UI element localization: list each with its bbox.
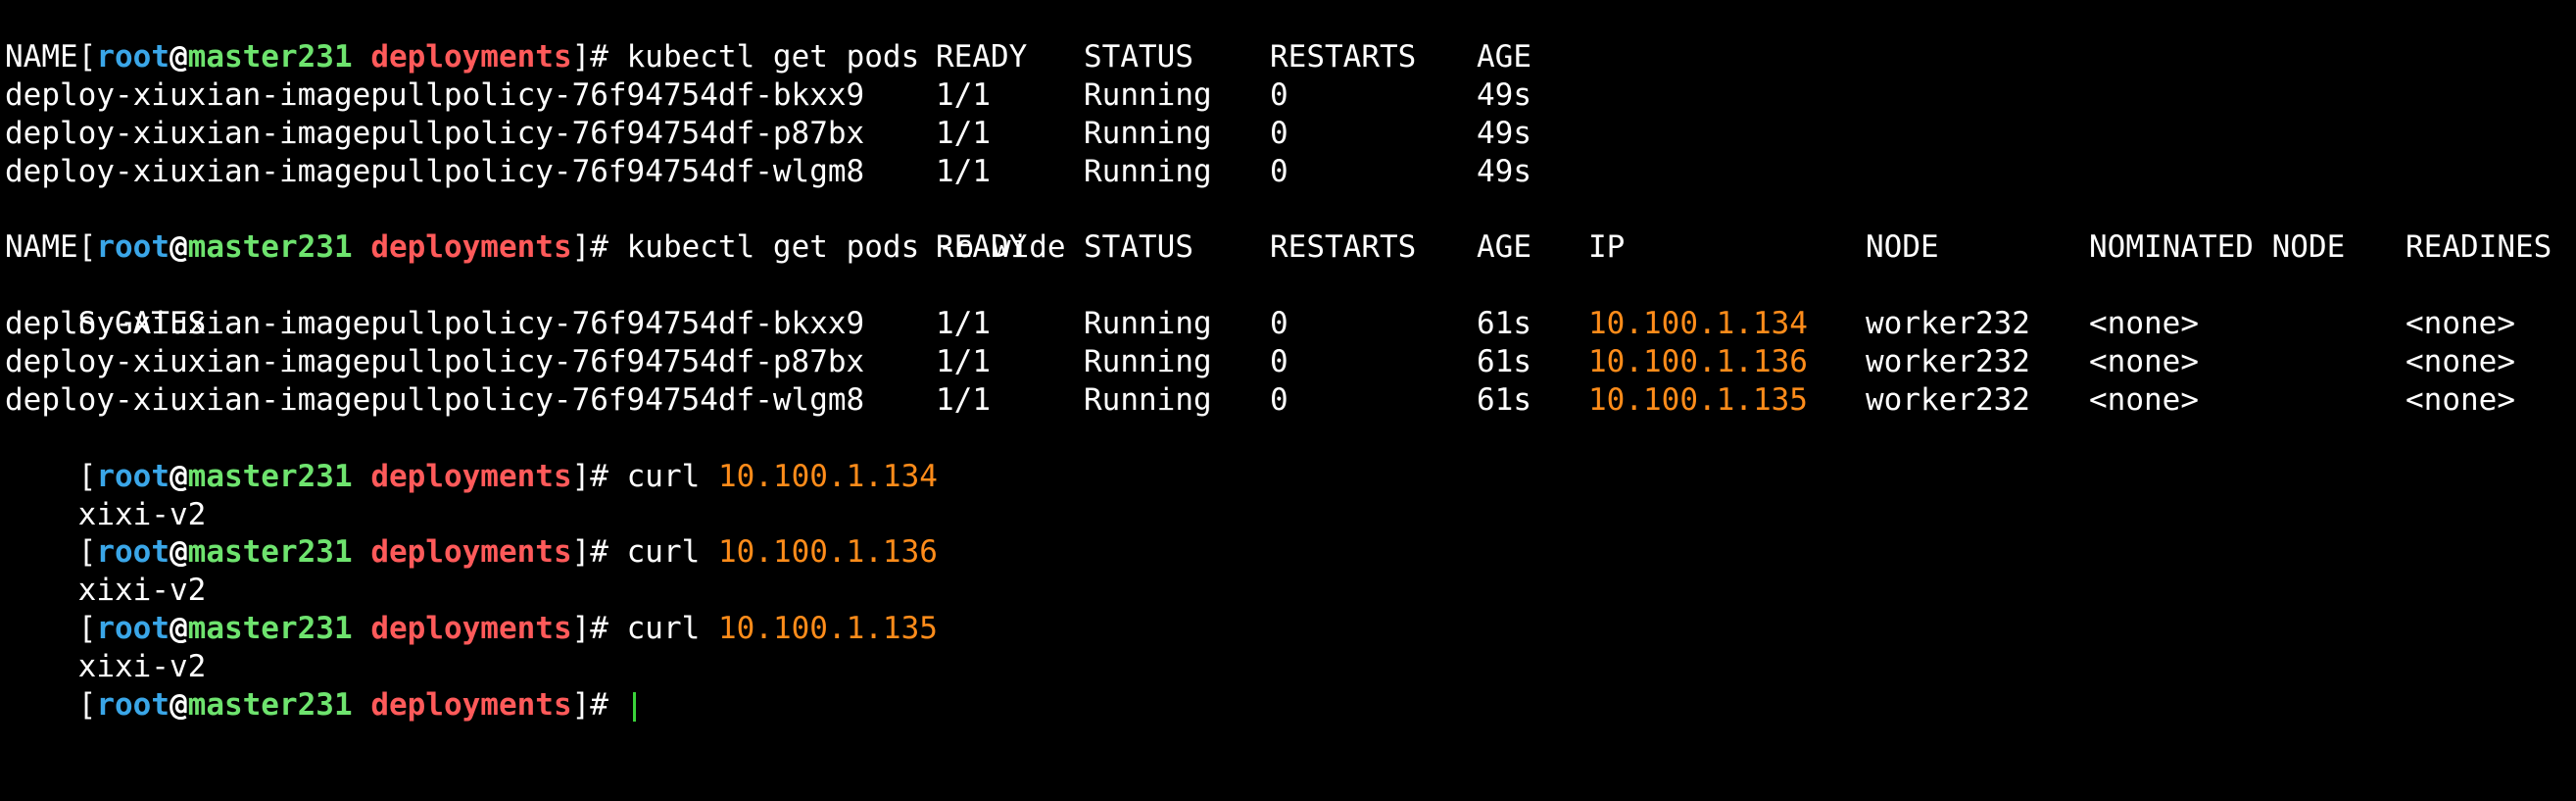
pod-ip: 10.100.1.136: [1588, 344, 1808, 380]
header-age: AGE: [1477, 38, 1531, 75]
header-age: AGE: [1477, 229, 1531, 266]
pod-restarts: 0: [1270, 153, 1288, 189]
pod-nominated-node: <none>: [2089, 306, 2199, 342]
pod-status: Running: [1084, 153, 1212, 189]
pod-nominated-node: <none>: [2089, 344, 2199, 380]
header-readiness: READINES: [2406, 229, 2552, 266]
pod-age: 49s: [1477, 115, 1531, 151]
pod-name: deploy-xiuxian-imagepullpolicy-76f94754d…: [5, 306, 865, 342]
pod-restarts: 0: [1270, 76, 1288, 113]
pod-restarts: 0: [1270, 381, 1288, 418]
table-header-wrap: S GATES: [5, 267, 2572, 341]
pod-name: deploy-xiuxian-imagepullpolicy-76f94754d…: [5, 153, 865, 189]
pod-age: 61s: [1477, 306, 1531, 342]
pod-name: deploy-xiuxian-imagepullpolicy-76f94754d…: [5, 381, 865, 418]
table-header: NAME READY STATUS RESTARTS AGE: [5, 38, 2572, 76]
prompt-user: root: [96, 687, 170, 724]
prompt-line: [root@master231 deployments]# kubectl ge…: [5, 0, 2572, 75]
command-output: xixi-v2: [5, 610, 2572, 684]
pod-restarts: 0: [1270, 115, 1288, 151]
pod-nominated-node: <none>: [2089, 381, 2199, 418]
command-output: xixi-v2: [5, 458, 2572, 532]
pod-ready: 1/1: [936, 344, 991, 380]
active-prompt-line[interactable]: [root@master231 deployments]#: [5, 648, 2572, 723]
pod-readiness-gates: <none>: [2406, 306, 2515, 342]
prompt-cwd: deployments: [370, 687, 572, 724]
pod-ready: 1/1: [936, 306, 991, 342]
header-restarts: RESTARTS: [1270, 229, 1417, 266]
pod-readiness-gates: <none>: [2406, 344, 2515, 380]
prompt-host: master231: [187, 687, 353, 724]
pod-status: Running: [1084, 306, 1212, 342]
prompt-line: [root@master231 deployments]# curl 10.10…: [5, 496, 2572, 570]
header-status: STATUS: [1084, 229, 1193, 266]
table-row: deploy-xiuxian-imagepullpolicy-76f94754d…: [5, 153, 2572, 191]
pod-ready: 1/1: [936, 153, 991, 189]
pod-age: 49s: [1477, 76, 1531, 113]
pod-readiness-gates: <none>: [2406, 381, 2515, 418]
header-status: STATUS: [1084, 38, 1193, 75]
pod-restarts: 0: [1270, 306, 1288, 342]
pod-node: worker232: [1866, 381, 2030, 418]
command-output: xixi-v2: [5, 533, 2572, 608]
pod-status: Running: [1084, 381, 1212, 418]
pod-age: 61s: [1477, 344, 1531, 380]
table-row: deploy-xiuxian-imagepullpolicy-76f94754d…: [5, 115, 2572, 153]
header-ready: READY: [936, 229, 1028, 266]
header-nominated-node: NOMINATED NODE: [2089, 229, 2346, 266]
prompt-close: ]#: [571, 687, 627, 724]
pod-ready: 1/1: [936, 76, 991, 113]
pod-name: deploy-xiuxian-imagepullpolicy-76f94754d…: [5, 344, 865, 380]
pod-status: Running: [1084, 344, 1212, 380]
pod-node: worker232: [1866, 344, 2030, 380]
header-name: NAME: [5, 38, 78, 75]
table-header: NAME READY STATUS RESTARTS AGE IP NODE N…: [5, 228, 2572, 267]
pod-status: Running: [1084, 115, 1212, 151]
terminal-window[interactable]: [root@master231 deployments]# kubectl ge…: [5, 0, 2572, 723]
header-ready: READY: [936, 38, 1028, 75]
header-name: NAME: [5, 229, 78, 266]
table-row: deploy-xiuxian-imagepullpolicy-76f94754d…: [5, 76, 2572, 115]
table-row: deploy-xiuxian-imagepullpolicy-76f94754d…: [5, 381, 2572, 420]
pod-node: worker232: [1866, 306, 2030, 342]
pod-name: deploy-xiuxian-imagepullpolicy-76f94754d…: [5, 115, 865, 151]
pod-name: deploy-xiuxian-imagepullpolicy-76f94754d…: [5, 76, 865, 113]
table-row: deploy-xiuxian-imagepullpolicy-76f94754d…: [5, 343, 2572, 381]
pod-ready: 1/1: [936, 381, 991, 418]
pod-age: 49s: [1477, 153, 1531, 189]
pod-ready: 1/1: [936, 115, 991, 151]
prompt-open-bracket: [: [77, 687, 97, 724]
header-node: NODE: [1866, 229, 1939, 266]
pod-ip: 10.100.1.134: [1588, 306, 1808, 342]
pod-age: 61s: [1477, 381, 1531, 418]
prompt-line: [root@master231 deployments]# curl 10.10…: [5, 572, 2572, 646]
pod-status: Running: [1084, 76, 1212, 113]
table-row: deploy-xiuxian-imagepullpolicy-76f94754d…: [5, 305, 2572, 343]
prompt-line: [root@master231 deployments]# curl 10.10…: [5, 420, 2572, 494]
pod-restarts: 0: [1270, 344, 1288, 380]
pod-ip: 10.100.1.135: [1588, 381, 1808, 418]
header-restarts: RESTARTS: [1270, 38, 1417, 75]
prompt-line: [root@master231 deployments]# kubectl ge…: [5, 190, 2572, 265]
prompt-at: @: [169, 687, 188, 724]
header-ip: IP: [1588, 229, 1626, 266]
